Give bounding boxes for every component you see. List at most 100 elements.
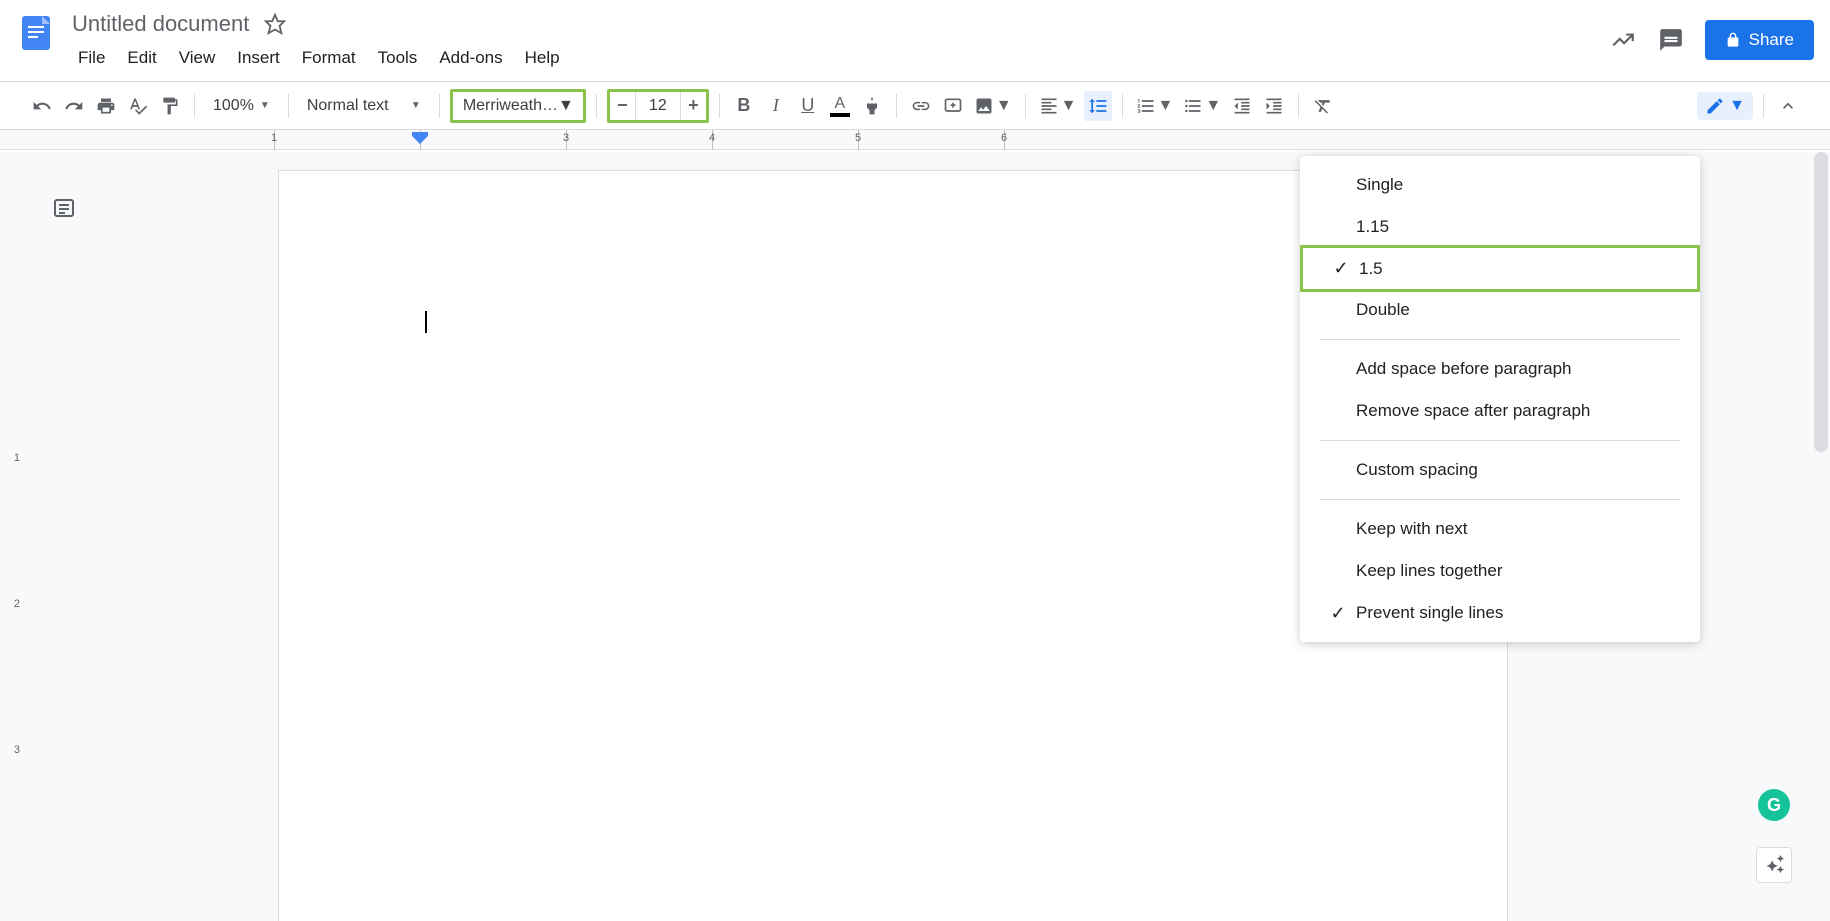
decrease-indent-button[interactable] <box>1228 91 1256 121</box>
paragraph-style-dropdown[interactable]: Normal text ▼ <box>299 91 429 121</box>
docs-logo[interactable] <box>16 12 56 66</box>
caret-down-icon: ▼ <box>996 97 1012 115</box>
undo-button[interactable] <box>28 91 56 121</box>
numbered-list-button[interactable]: ▼ <box>1133 91 1177 121</box>
remove-space-after-option[interactable]: Remove space after paragraph <box>1300 390 1700 432</box>
collapse-toolbar-button[interactable] <box>1774 91 1802 121</box>
menu-separator <box>1320 499 1680 500</box>
paint-format-button[interactable] <box>156 91 184 121</box>
check-icon: ✓ <box>1320 603 1356 624</box>
menu-format[interactable]: Format <box>292 42 366 74</box>
star-icon[interactable] <box>263 12 287 36</box>
toolbar: 100% ▼ Normal text ▼ Merriweath… ▼ − + B… <box>0 82 1830 130</box>
spacing-option-single[interactable]: Single <box>1300 164 1700 206</box>
redo-button[interactable] <box>60 91 88 121</box>
text-color-button[interactable]: A <box>826 91 854 121</box>
bold-button[interactable]: B <box>730 91 758 121</box>
prevent-single-lines-option[interactable]: ✓ Prevent single lines <box>1300 592 1700 634</box>
spacing-option-double[interactable]: Double <box>1300 289 1700 331</box>
indent-marker[interactable] <box>412 132 428 153</box>
separator <box>1763 94 1764 118</box>
menu-view[interactable]: View <box>169 42 226 74</box>
spacing-option-115[interactable]: 1.15 <box>1300 206 1700 248</box>
underline-button[interactable]: U <box>794 91 822 121</box>
ruler-mark: 4 <box>709 132 715 144</box>
spacing-option-15[interactable]: ✓ 1.5 <box>1300 245 1700 292</box>
vertical-ruler[interactable]: 1 2 3 <box>4 312 22 750</box>
font-family-dropdown[interactable]: Merriweath… ▼ <box>453 92 583 120</box>
vruler-mark: 3 <box>14 744 20 756</box>
caret-down-icon: ▼ <box>260 100 270 111</box>
zoom-dropdown[interactable]: 100% ▼ <box>205 91 278 121</box>
separator <box>596 94 597 118</box>
separator <box>1298 94 1299 118</box>
check-icon: ✓ <box>1323 258 1359 279</box>
text-cursor <box>425 311 427 333</box>
font-value: Merriweath… <box>463 97 558 115</box>
share-label: Share <box>1749 30 1794 50</box>
line-spacing-button[interactable] <box>1084 91 1112 121</box>
custom-spacing-option[interactable]: Custom spacing <box>1300 449 1700 491</box>
separator <box>1025 94 1026 118</box>
caret-down-icon: ▼ <box>1061 97 1077 115</box>
separator <box>896 94 897 118</box>
insert-image-button[interactable]: ▼ <box>971 91 1015 121</box>
keep-lines-together-option[interactable]: Keep lines together <box>1300 550 1700 592</box>
insert-comment-button[interactable] <box>939 91 967 121</box>
style-value: Normal text <box>307 97 389 115</box>
doc-title[interactable]: Untitled document <box>72 11 249 37</box>
menu-file[interactable]: File <box>68 42 115 74</box>
insert-link-button[interactable] <box>907 91 935 121</box>
menu-help[interactable]: Help <box>515 42 570 74</box>
horizontal-ruler[interactable]: 1 2 3 4 5 6 <box>0 130 1830 150</box>
print-button[interactable] <box>92 91 120 121</box>
line-spacing-menu: Single 1.15 ✓ 1.5 Double Add space befor… <box>1300 156 1700 642</box>
editing-mode-dropdown[interactable]: ▼ <box>1697 92 1753 120</box>
outline-toggle-button[interactable] <box>52 196 80 224</box>
italic-button[interactable]: I <box>762 91 790 121</box>
align-button[interactable]: ▼ <box>1036 91 1080 121</box>
add-space-before-option[interactable]: Add space before paragraph <box>1300 348 1700 390</box>
title-area: Untitled document File Edit View Insert … <box>68 8 1609 74</box>
font-size-input[interactable] <box>636 92 680 120</box>
ruler-mark: 6 <box>1001 132 1007 144</box>
separator <box>194 94 195 118</box>
zoom-value: 100% <box>213 97 254 115</box>
header: Untitled document File Edit View Insert … <box>0 0 1830 82</box>
caret-down-icon: ▼ <box>411 100 421 111</box>
highlight-color-button[interactable] <box>858 91 886 121</box>
grammarly-icon[interactable]: G <box>1758 789 1790 821</box>
caret-down-icon: ▼ <box>1158 97 1174 115</box>
ruler-mark: 3 <box>563 132 569 144</box>
text-color-indicator <box>830 113 850 117</box>
share-button[interactable]: Share <box>1705 20 1814 60</box>
separator <box>288 94 289 118</box>
header-right: Share <box>1609 20 1814 60</box>
scrollbar[interactable] <box>1814 152 1828 452</box>
caret-down-icon: ▼ <box>1729 97 1745 115</box>
clear-formatting-button[interactable] <box>1309 91 1337 121</box>
menu-tools[interactable]: Tools <box>368 42 428 74</box>
decrease-font-size-button[interactable]: − <box>610 92 636 120</box>
menubar: File Edit View Insert Format Tools Add-o… <box>68 42 1609 74</box>
caret-down-icon: ▼ <box>1205 97 1221 115</box>
caret-down-icon: ▼ <box>558 97 574 115</box>
increase-font-size-button[interactable]: + <box>680 92 706 120</box>
font-highlight: Merriweath… ▼ <box>450 89 586 123</box>
separator <box>1122 94 1123 118</box>
menu-edit[interactable]: Edit <box>117 42 166 74</box>
size-highlight: − + <box>607 89 709 123</box>
menu-addons[interactable]: Add-ons <box>429 42 512 74</box>
menu-separator <box>1320 440 1680 441</box>
spellcheck-button[interactable] <box>124 91 152 121</box>
ruler-mark: 5 <box>855 132 861 144</box>
menu-separator <box>1320 339 1680 340</box>
increase-indent-button[interactable] <box>1260 91 1288 121</box>
menu-insert[interactable]: Insert <box>227 42 290 74</box>
explore-button[interactable] <box>1756 847 1792 883</box>
keep-with-next-option[interactable]: Keep with next <box>1300 508 1700 550</box>
bulleted-list-button[interactable]: ▼ <box>1180 91 1224 121</box>
comments-icon[interactable] <box>1657 26 1685 54</box>
separator <box>439 94 440 118</box>
activity-icon[interactable] <box>1609 26 1637 54</box>
